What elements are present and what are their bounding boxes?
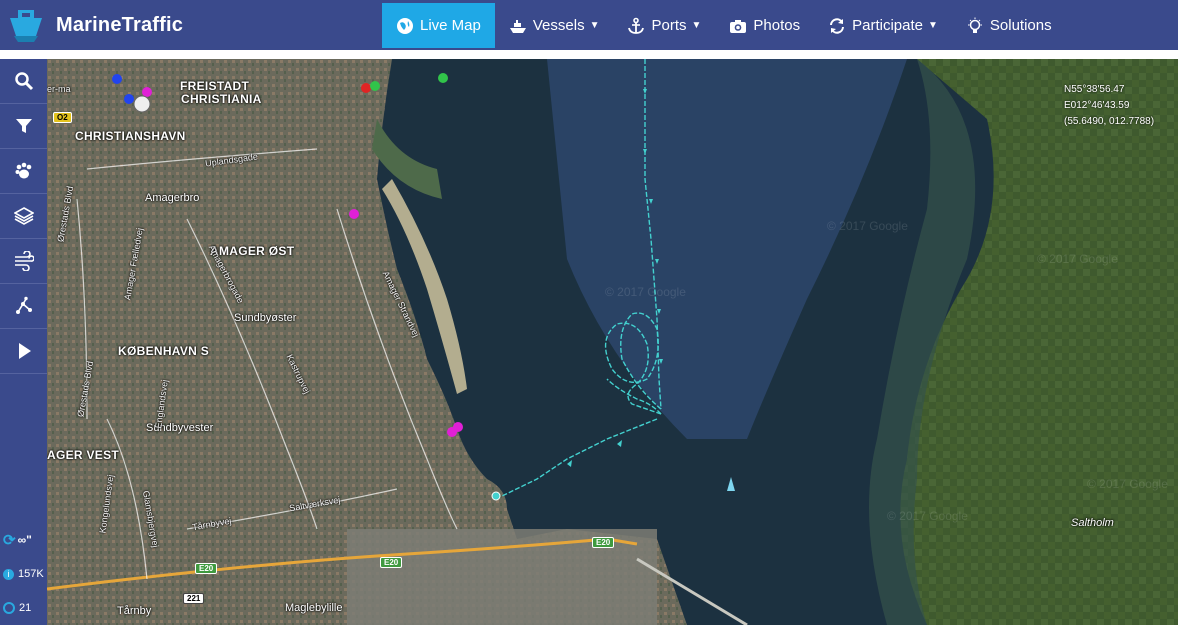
road-sign-o2: O2 [53, 112, 72, 123]
vessels-count: 157K [18, 568, 44, 580]
paw-icon [15, 162, 31, 179]
map-tools-sidebar: ⟳ ∞" i 157K 21 [0, 59, 47, 625]
label-christiania: CHRISTIANIA [181, 92, 262, 106]
label-amagerbro: Amagerbro [145, 192, 200, 204]
search-button[interactable] [0, 59, 47, 104]
caret-down-icon: ▼ [927, 20, 938, 31]
nav-label: Live Map [420, 17, 481, 34]
label-er-ma: er-ma [47, 84, 71, 94]
globe-icon [397, 17, 413, 34]
layers-button[interactable] [0, 194, 47, 239]
label-christianshavn: CHRISTIANSHAVN [75, 129, 186, 143]
nav-participate[interactable]: Participate ▼ [814, 3, 952, 48]
route-button[interactable] [0, 284, 47, 329]
label-sundbyoster: Sundbyøster [234, 312, 297, 324]
lightbulb-icon [967, 17, 982, 33]
nav-label: Participate [852, 17, 923, 34]
play-track-button[interactable] [0, 329, 47, 374]
vessel-marker-green [438, 73, 448, 83]
map-watermark: © 2017 Google [605, 285, 686, 299]
map-watermark: © 2017 Google [887, 509, 968, 523]
label-freistadt: FREISTADT [180, 79, 250, 93]
ports-count-stat[interactable]: 21 [0, 591, 47, 625]
map-stats: ⟳ ∞" i 157K 21 [0, 523, 47, 625]
vessel-marker-red [361, 83, 371, 93]
cursor-coordinates: N55°38'56.47 E012°46'43.59 (55.6490, 012… [1064, 82, 1154, 130]
map-watermark: © 2017 Google [1037, 252, 1118, 266]
nav-solutions[interactable]: Solutions [952, 3, 1066, 48]
nav-photos[interactable]: Photos [715, 3, 814, 48]
caret-down-icon: ▼ [691, 20, 702, 31]
header-divider [0, 50, 1178, 59]
camera-icon [730, 19, 747, 33]
vessel-marker-green [370, 81, 380, 91]
brand-name: MarineTraffic [56, 13, 184, 36]
road-sign-e20: E20 [195, 563, 218, 574]
nav-label: Solutions [989, 17, 1052, 34]
top-navbar: MarineTraffic Live Map Vessels ▼ Ports ▼… [0, 0, 1178, 50]
road-sign-e20: E20 [380, 557, 403, 568]
caret-down-icon: ▼ [589, 20, 600, 31]
road-sign-221: 221 [183, 593, 205, 604]
vessel-marker-magenta [349, 209, 359, 219]
vessel-marker-blue [124, 94, 134, 104]
auto-refresh-toggle[interactable]: ⟳ ∞" [0, 523, 47, 557]
refresh-icon: ⟳ [3, 532, 16, 549]
info-icon: i [3, 568, 14, 580]
ship-icon [509, 19, 526, 33]
nav-vessels[interactable]: Vessels ▼ [495, 3, 614, 48]
coord-lat: N55°38'56.47 [1064, 84, 1125, 95]
nav-ports[interactable]: Ports ▼ [613, 3, 715, 48]
label-tarnby: Tårnby [117, 605, 152, 617]
label-kobenhavn-s: KØBENHAVN S [118, 344, 210, 358]
refresh-label: ∞" [17, 533, 32, 547]
coord-lon: E012°46'43.59 [1064, 100, 1130, 111]
anchor-icon [628, 17, 645, 34]
wind-icon [14, 251, 34, 271]
map-watermark: © 2017 Google [827, 219, 908, 233]
port-marker [133, 95, 151, 113]
label-amager-vest: AGER VEST [47, 448, 120, 462]
route-icon [15, 296, 32, 314]
ports-count: 21 [19, 602, 32, 614]
vessel-marker-magenta [453, 422, 463, 432]
target-icon [3, 602, 15, 614]
label-maglebylille: Maglebylille [285, 602, 343, 614]
vessel-marker-blue [112, 74, 122, 84]
fleet-button[interactable] [0, 149, 47, 194]
play-icon [18, 343, 31, 359]
weather-button[interactable] [0, 239, 47, 284]
filter-icon [15, 119, 32, 133]
nav-live-map[interactable]: Live Map [382, 3, 495, 48]
filter-button[interactable] [0, 104, 47, 149]
nav-label: Photos [753, 17, 801, 34]
brand-logo[interactable]: MarineTraffic [6, 6, 183, 44]
layers-icon [13, 207, 34, 225]
map-canvas[interactable]: FREISTADT CHRISTIANIA CHRISTIANSHAVN Ama… [47, 59, 1178, 625]
label-saltholm: Saltholm [1071, 517, 1114, 529]
coord-decimal: (55.6490, 012.7788) [1064, 116, 1155, 127]
refresh-icon [830, 17, 845, 34]
vessel-marker-magenta [142, 87, 152, 97]
nav-label: Ports [651, 17, 687, 34]
main-nav: Live Map Vessels ▼ Ports ▼ Photos Partic… [382, 3, 1066, 48]
marinetraffic-logo-icon [10, 10, 42, 42]
vessels-count-stat[interactable]: i 157K [0, 557, 47, 591]
vessel-marker-current [491, 491, 501, 501]
road-sign-e20: E20 [592, 537, 615, 548]
search-icon [14, 72, 33, 91]
nav-label: Vessels [532, 17, 585, 34]
map-watermark: © 2017 Google [1087, 477, 1168, 491]
